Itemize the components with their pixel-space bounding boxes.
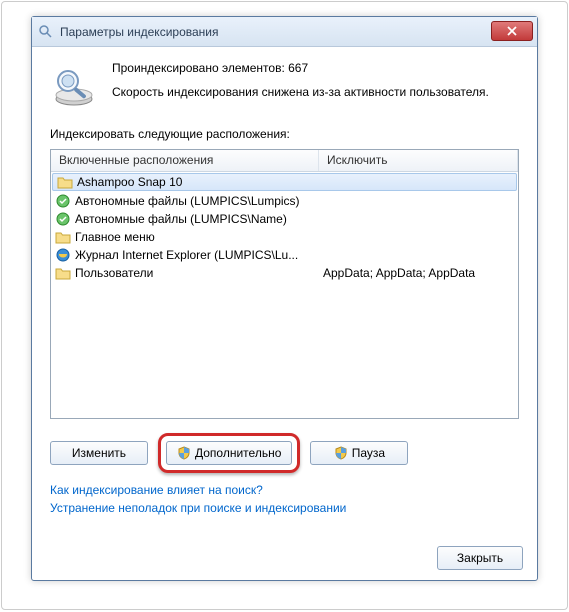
offline-icon [55,211,71,227]
list-item-label: Ashampoo Snap 10 [77,175,182,189]
list-item-label: Журнал Internet Explorer (LUMPICS\Lu... [75,248,298,262]
list-item-label: Пользователи [75,266,153,280]
list-item-label: Автономные файлы (LUMPICS\Lumpics) [75,194,300,208]
folder-icon [55,229,71,245]
column-exclude[interactable]: Исключить [319,150,518,171]
pause-button[interactable]: Пауза [310,441,408,465]
list-item-label: Главное меню [75,230,155,244]
offline-icon [55,193,71,209]
list-item[interactable]: Пользователи AppData; AppData; AppData [51,264,518,282]
search-icon [38,24,54,40]
column-included[interactable]: Включенные расположения [51,150,319,171]
window-title: Параметры индексирования [60,25,218,39]
indexing-options-window: Параметры индексирования Проиндексирован… [31,16,538,581]
list-item[interactable]: Ashampoo Snap 10 [52,173,517,191]
locations-list[interactable]: Включенные расположения Исключить Ashamp… [50,149,519,419]
shield-icon [334,446,348,460]
list-item-exclude: AppData; AppData; AppData [323,266,475,280]
folder-icon [57,174,73,190]
list-item[interactable]: Автономные файлы (LUMPICS\Lumpics) [51,192,518,210]
close-button[interactable] [491,21,533,41]
link-how-affects-search[interactable]: Как индексирование влияет на поиск? [50,483,519,497]
highlight: Дополнительно [158,433,300,473]
list-item[interactable]: Журнал Internet Explorer (LUMPICS\Lu... [51,246,518,264]
list-item-label: Автономные файлы (LUMPICS\Name) [75,212,287,226]
list-item[interactable]: Автономные файлы (LUMPICS\Name) [51,210,518,228]
list-item[interactable]: Главное меню [51,228,518,246]
list-header: Включенные расположения Исключить [51,150,518,172]
modify-button[interactable]: Изменить [50,441,148,465]
locations-label: Индексировать следующие расположения: [50,127,519,141]
indexed-count: Проиндексировано элементов: 667 [112,61,519,75]
shield-icon [177,446,191,460]
close-dialog-button[interactable]: Закрыть [437,546,523,570]
titlebar: Параметры индексирования [32,17,537,47]
link-troubleshoot[interactable]: Устранение неполадок при поиске и индекс… [50,501,519,515]
advanced-button[interactable]: Дополнительно [166,441,292,465]
indexing-icon [50,61,98,109]
folder-icon [55,265,71,281]
ie-icon [55,247,71,263]
indexing-speed-note: Скорость индексирования снижена из-за ак… [112,85,519,99]
